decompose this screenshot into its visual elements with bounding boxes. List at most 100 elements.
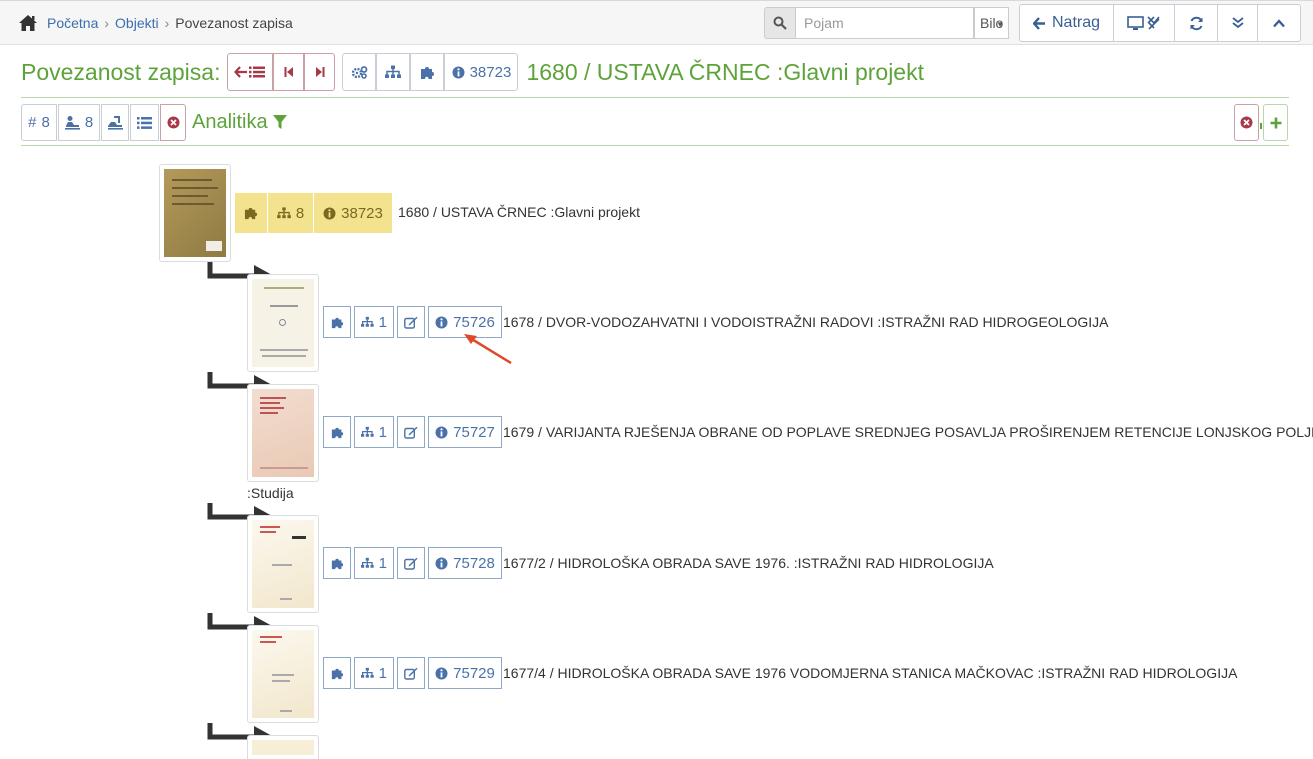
page-title: Povezanost zapisa:: [21, 58, 221, 85]
breadcrumb-objekti-link[interactable]: Objekti: [115, 15, 159, 31]
breadcrumb: Početna › Objekti › Povezanost zapisa: [47, 15, 293, 31]
search-input[interactable]: [796, 7, 974, 39]
info-circle-icon: [435, 557, 448, 569]
child-node-title-continued: :Studija: [247, 485, 294, 501]
puzzle-icon: [331, 558, 343, 569]
child-node-buttons: 1 75728: [323, 547, 502, 579]
collapse-up-button[interactable]: [1257, 4, 1301, 42]
child-edit-button[interactable]: [397, 416, 425, 448]
plus-icon: [1270, 117, 1281, 128]
search-button[interactable]: [764, 7, 796, 39]
child-thumbnail[interactable]: [247, 625, 319, 723]
list-icon: [137, 116, 152, 129]
search-scope-select[interactable]: Bilo ▼: [974, 7, 1009, 39]
child-children-count: 1: [378, 554, 387, 572]
back-button[interactable]: Natrag: [1019, 4, 1114, 42]
fullscreen-button[interactable]: [1113, 4, 1175, 42]
child-edit-button[interactable]: [397, 547, 425, 579]
info-circle-icon: [323, 207, 336, 219]
child-edit-button[interactable]: [397, 306, 425, 338]
child-puzzle-button[interactable]: [323, 657, 351, 689]
child-thumbnail[interactable]: [247, 384, 319, 482]
list-view-button[interactable]: [130, 104, 159, 141]
double-chevron-down-icon: [1231, 17, 1244, 29]
root-puzzle-button[interactable]: [235, 193, 267, 233]
child-node-buttons: 1 75729: [323, 657, 502, 689]
search-group: Bilo▼: [764, 7, 1009, 39]
expand-down-button[interactable]: [1217, 4, 1258, 42]
count-people-label: 8: [84, 114, 94, 131]
child-puzzle-button[interactable]: [323, 306, 351, 338]
child-children-count: 1: [378, 313, 387, 331]
sitemap-icon: [361, 557, 374, 568]
child-children-button[interactable]: 1: [354, 416, 394, 448]
top-navbar: Početna›Objekti›Povezanost zapisa Bilo▼ …: [0, 0, 1313, 45]
child-id-label: 75729: [453, 664, 495, 682]
root-node-buttons: 8 38723: [235, 193, 392, 233]
back-to-list-button[interactable]: [227, 53, 274, 91]
root-children-button[interactable]: 8: [268, 193, 313, 233]
refresh-icon: [1190, 16, 1202, 30]
chevron-up-icon: [1273, 18, 1285, 27]
hash-icon: #: [28, 114, 37, 131]
first-record-button[interactable]: [273, 53, 305, 91]
search-icon: [773, 16, 787, 30]
child-id-button[interactable]: 75728: [428, 547, 502, 579]
sitemap-icon: [361, 316, 374, 327]
info-circle-icon: [435, 667, 448, 679]
filter-icon: [272, 115, 287, 129]
child-node-title: 1677/2 / HIDROLOŠKA OBRADA SAVE 1976. :I…: [503, 555, 994, 571]
count-people-button[interactable]: 8: [58, 104, 100, 141]
add-button[interactable]: [1263, 104, 1288, 141]
record-id-label: 38723: [469, 63, 512, 81]
chevron-down-icon: ▼: [996, 20, 1004, 29]
sitemap-icon: [361, 667, 374, 678]
child-edit-button[interactable]: [397, 657, 425, 689]
child-id-button[interactable]: 75729: [428, 657, 502, 689]
arrow-left-icon: [1032, 16, 1045, 30]
child-puzzle-button[interactable]: [323, 547, 351, 579]
last-record-button[interactable]: [304, 53, 336, 91]
arrow-list-icon: [234, 66, 266, 78]
analitika-actions: [1234, 104, 1288, 141]
spacer: [1259, 104, 1263, 141]
document-image: [252, 740, 314, 755]
analitika-heading: Analitika: [192, 111, 287, 134]
child-thumbnail[interactable]: [247, 274, 319, 372]
child-puzzle-button[interactable]: [323, 416, 351, 448]
child-id-label: 75727: [453, 423, 495, 441]
annotation-arrow: [464, 334, 512, 365]
user-export-button[interactable]: [101, 104, 129, 141]
breadcrumb-home-link[interactable]: Početna: [47, 15, 98, 31]
record-title: 1680 / USTAVA ČRNEC :Glavni projekt: [526, 58, 924, 85]
breadcrumb-current: Povezanost zapisa: [175, 15, 293, 31]
child-thumbnail[interactable]: [247, 735, 319, 759]
sitemap-icon: [276, 207, 291, 219]
back-button-label: Natrag: [1051, 14, 1101, 31]
home-icon[interactable]: [18, 14, 38, 32]
root-thumbnail[interactable]: [159, 164, 231, 262]
child-thumbnail[interactable]: [247, 515, 319, 613]
puzzle-button[interactable]: [410, 53, 445, 91]
record-id-button[interactable]: 38723: [444, 53, 519, 91]
desktop-expand-icon: [1127, 16, 1160, 30]
refresh-button[interactable]: [1174, 4, 1218, 42]
child-children-button[interactable]: 1: [354, 306, 394, 338]
root-id-button[interactable]: 38723: [314, 193, 392, 233]
breadcrumb-separator: ›: [104, 15, 110, 31]
child-children-button[interactable]: 1: [354, 547, 394, 579]
puzzle-icon: [331, 427, 343, 438]
child-children-button[interactable]: 1: [354, 657, 394, 689]
remove-button[interactable]: [1234, 104, 1259, 141]
child-id-button[interactable]: 75727: [428, 416, 502, 448]
info-circle-icon: [452, 66, 465, 78]
edit-icon: [404, 557, 418, 570]
settings-button[interactable]: [342, 53, 377, 91]
child-children-count: 1: [378, 664, 387, 682]
count-hash-button[interactable]: #8: [21, 104, 57, 141]
sitemap-icon: [385, 65, 402, 78]
document-image: [252, 630, 314, 718]
clear-filter-button[interactable]: [160, 104, 186, 141]
divider: [21, 145, 1289, 146]
hierarchy-button[interactable]: [376, 53, 411, 91]
